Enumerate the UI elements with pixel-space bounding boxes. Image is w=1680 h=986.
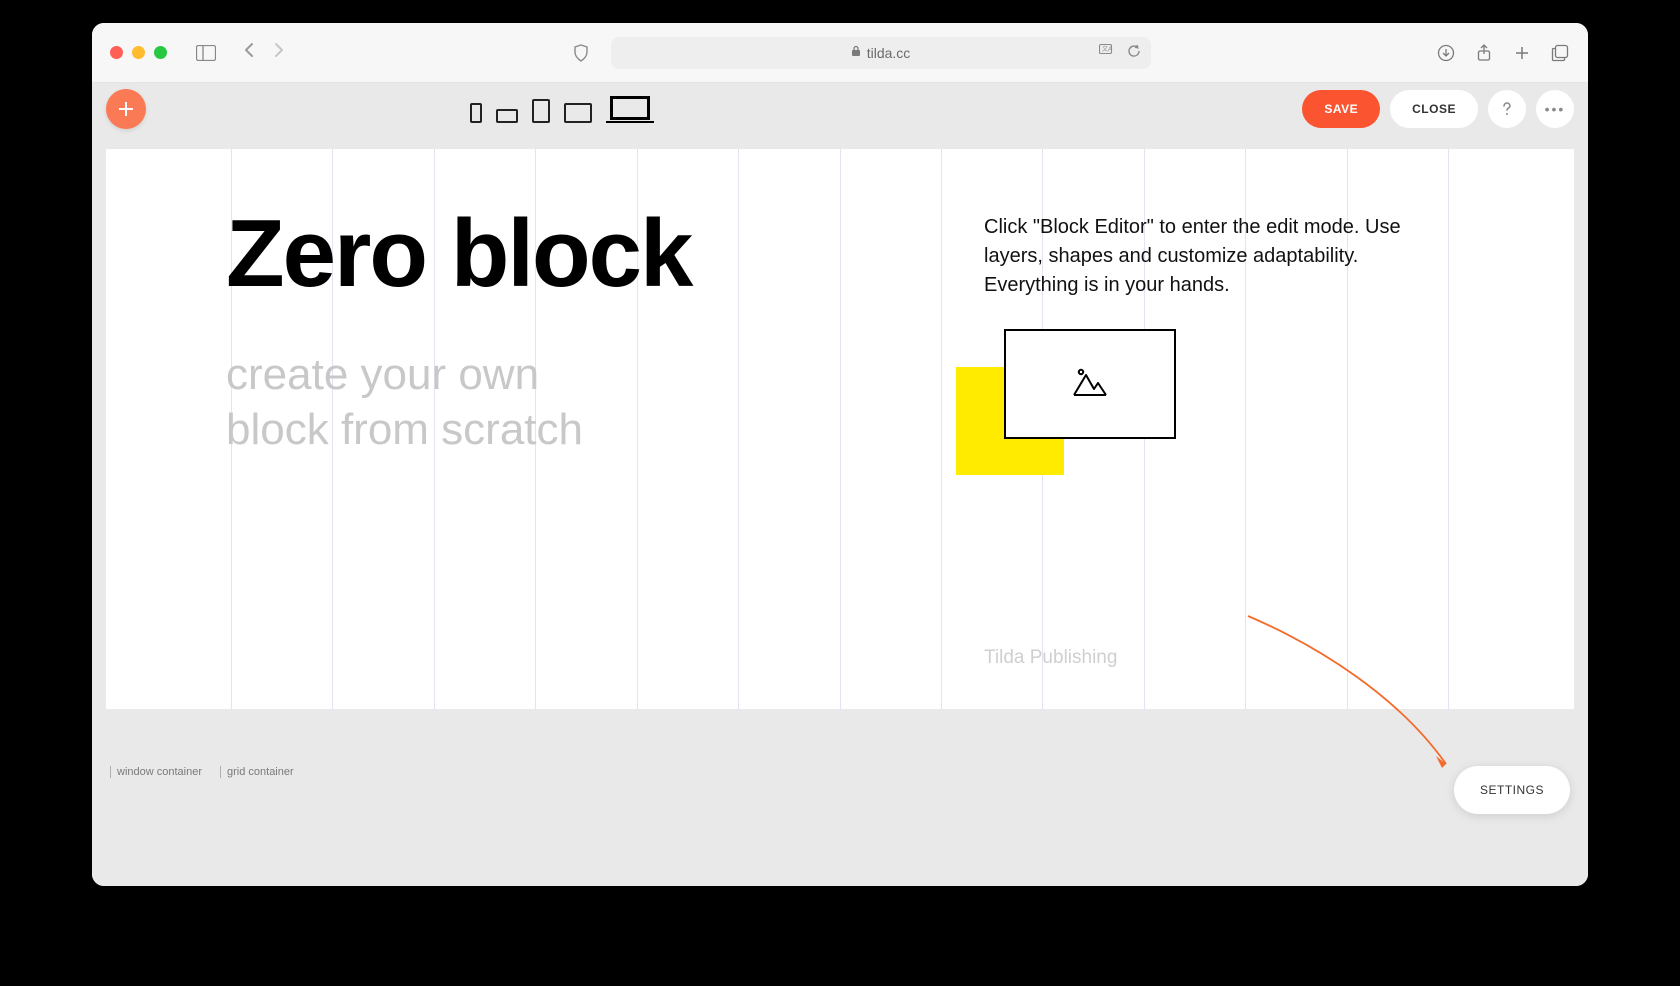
- tabs-icon[interactable]: [1550, 43, 1570, 63]
- device-tablet-landscape[interactable]: [564, 103, 592, 123]
- page-subheading[interactable]: create your own block from scratch: [226, 347, 1444, 457]
- url-host: tilda.cc: [867, 45, 911, 61]
- settings-button[interactable]: SETTINGS: [1454, 766, 1570, 814]
- sidebar-toggle-icon[interactable]: [195, 44, 217, 62]
- window-zoom[interactable]: [154, 46, 167, 59]
- nav-arrows: [243, 42, 285, 63]
- device-tablet-portrait[interactable]: [532, 99, 550, 123]
- canvas-area: Zero block create your own block from sc…: [92, 135, 1588, 886]
- chrome-right-icons: [1436, 43, 1570, 63]
- app-toolbar: SAVE CLOSE •••: [92, 83, 1588, 135]
- page-description[interactable]: Click "Block Editor" to enter the edit m…: [984, 213, 1404, 300]
- svg-text:文A: 文A: [1102, 45, 1112, 53]
- content-area: Zero block create your own block from sc…: [226, 149, 1444, 709]
- image-placeholder-icon: [1070, 365, 1110, 404]
- privacy-shield-icon[interactable]: [571, 43, 591, 63]
- help-button[interactable]: [1488, 90, 1526, 128]
- image-placeholder-frame[interactable]: [1004, 329, 1176, 439]
- device-desktop[interactable]: [606, 96, 654, 123]
- save-button[interactable]: SAVE: [1302, 90, 1380, 128]
- window-minimize[interactable]: [132, 46, 145, 59]
- reload-icon[interactable]: [1127, 44, 1141, 61]
- device-switcher: [470, 96, 654, 123]
- page-surface[interactable]: Zero block create your own block from sc…: [106, 149, 1574, 709]
- decorative-graphic[interactable]: [956, 329, 1176, 489]
- legend-grid-container: grid container: [220, 766, 294, 778]
- traffic-lights: [110, 46, 167, 59]
- legend-window-container: window container: [110, 766, 202, 778]
- back-button[interactable]: [243, 42, 255, 63]
- subheading-line-1: create your own: [226, 347, 1444, 402]
- reader-icon[interactable]: 文A: [1099, 44, 1119, 61]
- device-phone-landscape[interactable]: [496, 109, 518, 123]
- downloads-icon[interactable]: [1436, 43, 1456, 63]
- close-button[interactable]: CLOSE: [1390, 90, 1478, 128]
- lock-icon: [851, 45, 861, 60]
- window-close[interactable]: [110, 46, 123, 59]
- share-icon[interactable]: [1474, 43, 1494, 63]
- address-bar[interactable]: tilda.cc 文A: [611, 37, 1151, 69]
- forward-button[interactable]: [273, 42, 285, 63]
- container-legend: window container grid container: [110, 766, 294, 778]
- device-phone-portrait[interactable]: [470, 103, 482, 123]
- browser-chrome: tilda.cc 文A: [92, 23, 1588, 83]
- subheading-line-2: block from scratch: [226, 402, 1444, 457]
- more-button[interactable]: •••: [1536, 90, 1574, 128]
- add-block-button[interactable]: [106, 89, 146, 129]
- settings-label: SETTINGS: [1480, 783, 1544, 797]
- new-tab-icon[interactable]: [1512, 43, 1532, 63]
- browser-window: tilda.cc 文A: [92, 23, 1588, 886]
- credit-text[interactable]: Tilda Publishing: [984, 647, 1117, 669]
